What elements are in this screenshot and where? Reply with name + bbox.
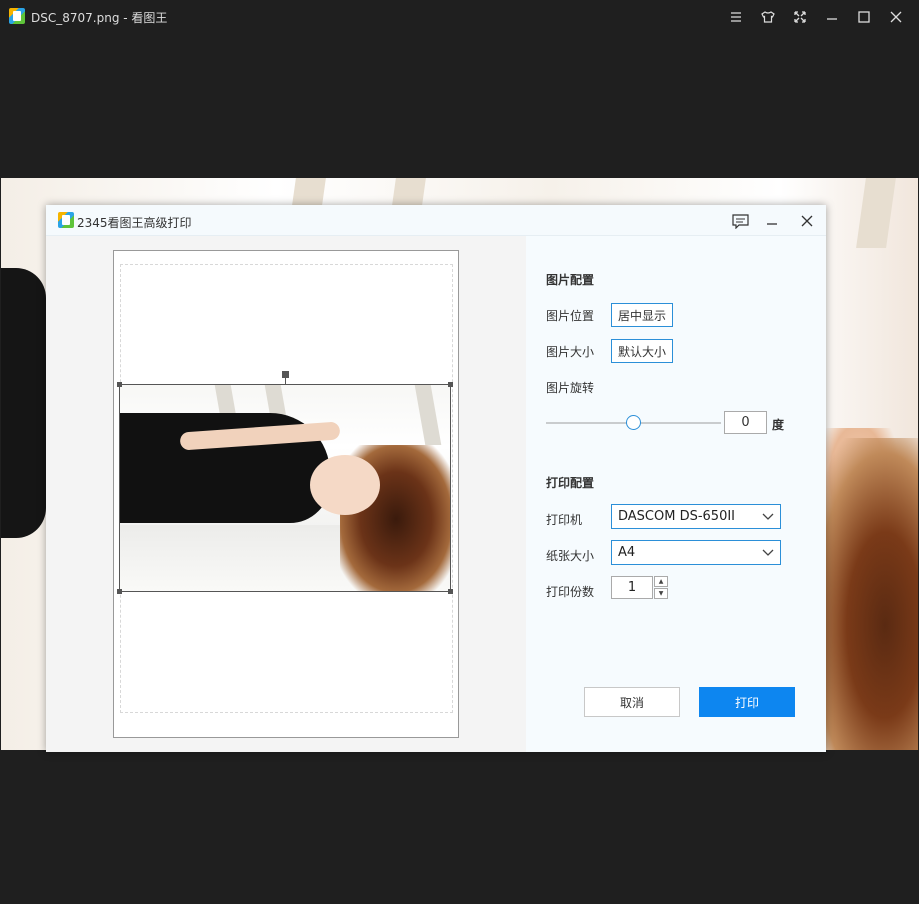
- copies-input[interactable]: 1: [611, 576, 653, 599]
- dialog-minimize-icon[interactable]: [762, 211, 782, 231]
- dialog-logo-icon: [58, 212, 74, 228]
- rotation-handle-stem: [285, 377, 286, 385]
- printer-select-value: DASCOM DS-650II: [618, 509, 736, 524]
- chevron-down-icon: [762, 508, 774, 527]
- settings-panel: 图片配置 图片位置 居中显示 图片大小 默认大小 图片旋转 0 度 打印配置 打…: [526, 236, 826, 752]
- preview-image[interactable]: [119, 384, 451, 592]
- window-title: DSC_8707.png - 看图王: [31, 11, 168, 25]
- photo-pillar: [414, 385, 442, 445]
- image-position-label: 图片位置: [546, 309, 595, 323]
- resize-handle-top-right[interactable]: [448, 382, 453, 387]
- dialog-header: 2345看图王高级打印: [46, 205, 826, 236]
- print-settings-title: 打印配置: [546, 476, 595, 490]
- minimize-icon[interactable]: [822, 7, 842, 27]
- copies-decrement-button[interactable]: ▼: [654, 588, 668, 599]
- printer-select[interactable]: DASCOM DS-650II: [611, 504, 781, 529]
- printer-label: 打印机: [546, 513, 583, 527]
- print-preview-area: [46, 236, 526, 752]
- maximize-icon[interactable]: [854, 7, 874, 27]
- resize-handle-top-left[interactable]: [117, 382, 122, 387]
- rotation-handle[interactable]: [282, 371, 289, 378]
- cancel-button[interactable]: 取消: [584, 687, 680, 717]
- preview-paper: [113, 250, 459, 738]
- paper-size-label: 纸张大小: [546, 549, 595, 563]
- photo-dark-region: [1, 268, 46, 538]
- dialog-close-icon[interactable]: [797, 211, 817, 231]
- image-size-button[interactable]: 默认大小: [611, 339, 674, 363]
- resize-handle-bottom-left[interactable]: [117, 589, 122, 594]
- fullscreen-icon[interactable]: [790, 7, 810, 27]
- image-rotation-label: 图片旋转: [546, 381, 595, 395]
- rotation-slider-thumb[interactable]: [626, 415, 641, 430]
- rotation-degree-input[interactable]: 0: [724, 411, 767, 434]
- skin-icon[interactable]: [758, 7, 778, 27]
- copies-label: 打印份数: [546, 585, 595, 599]
- rotation-degree-unit: 度: [772, 418, 785, 432]
- dialog-title: 2345看图王高级打印: [77, 216, 192, 230]
- copies-increment-button[interactable]: ▲: [654, 576, 668, 587]
- image-size-label: 图片大小: [546, 345, 595, 359]
- print-dialog: 2345看图王高级打印 图片配置 图片位置 居中显示 图片大小 默认大小 图片旋…: [46, 205, 826, 752]
- chevron-down-icon: [762, 544, 774, 563]
- close-icon[interactable]: [886, 7, 906, 27]
- resize-handle-bottom-right[interactable]: [448, 589, 453, 594]
- title-bar: DSC_8707.png - 看图王: [0, 0, 919, 34]
- photo-face-region: [310, 455, 380, 515]
- menu-icon[interactable]: [726, 7, 746, 27]
- print-button[interactable]: 打印: [699, 687, 795, 717]
- photo-pillar: [856, 178, 896, 248]
- image-settings-title: 图片配置: [546, 273, 595, 287]
- paper-size-select[interactable]: A4: [611, 540, 781, 565]
- paper-size-select-value: A4: [618, 545, 636, 560]
- feedback-icon[interactable]: [730, 211, 750, 231]
- image-position-button[interactable]: 居中显示: [611, 303, 674, 327]
- app-logo-icon: [9, 8, 25, 24]
